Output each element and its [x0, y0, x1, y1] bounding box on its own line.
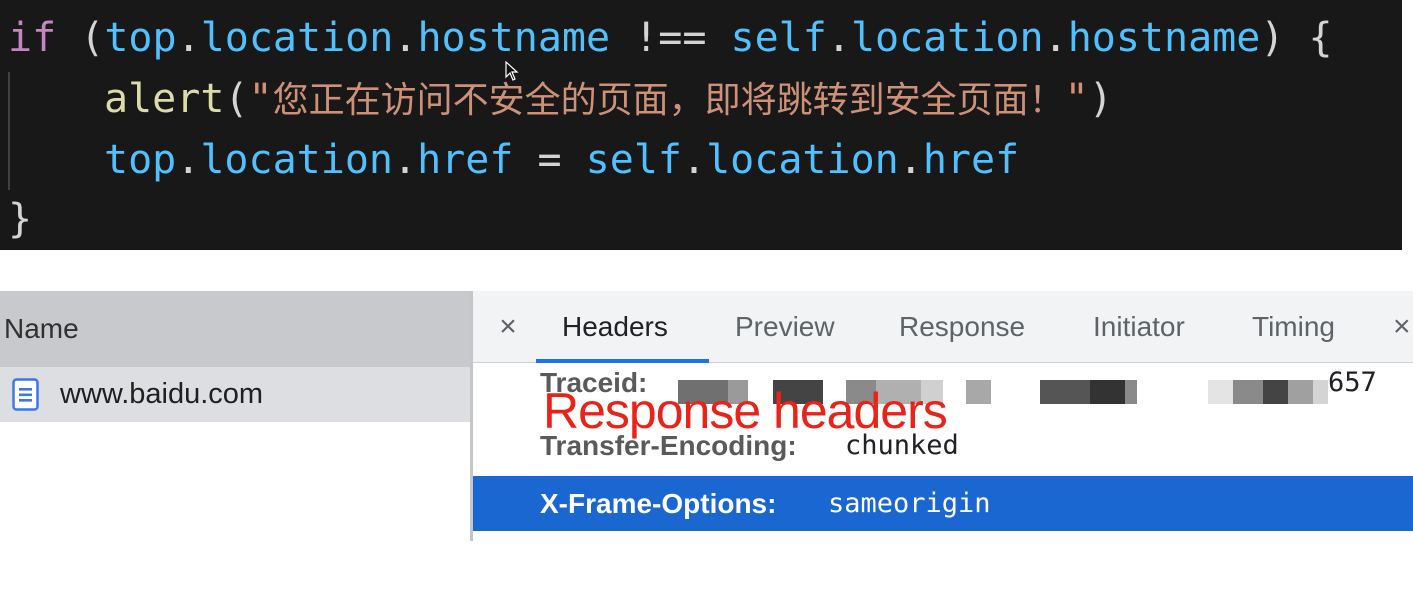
- ident-self: self: [585, 137, 682, 183]
- tab-preview[interactable]: Preview: [735, 291, 835, 363]
- paren-open: (: [56, 15, 105, 61]
- details-tab-bar: × Headers Preview Response Initiator Tim…: [473, 291, 1413, 363]
- tab-timing[interactable]: Timing: [1252, 291, 1335, 363]
- dot: .: [176, 15, 201, 61]
- keyword-if: if: [8, 15, 57, 61]
- ident-hostname: hostname: [417, 15, 611, 61]
- ident-top: top: [104, 137, 177, 183]
- indent-guide: [8, 72, 10, 190]
- ident-href: href: [922, 137, 1020, 183]
- ident-href: href: [417, 137, 514, 183]
- code-line-4: }: [8, 196, 33, 242]
- dot: .: [176, 137, 201, 183]
- dot: .: [682, 137, 707, 183]
- header-row-transfer-encoding[interactable]: Transfer-Encoding: chunked: [473, 418, 1413, 474]
- tab-headers[interactable]: Headers: [562, 291, 668, 363]
- paren-close: ): [1088, 76, 1113, 122]
- ident-location: location: [200, 15, 394, 61]
- request-details: × Headers Preview Response Initiator Tim…: [473, 291, 1413, 541]
- close-details-button[interactable]: ×: [493, 309, 523, 345]
- ident-top: top: [104, 15, 177, 61]
- code-line-3: top.location.href = self.location.href: [104, 132, 1019, 188]
- dot: .: [393, 137, 418, 183]
- tab-response[interactable]: Response: [899, 291, 1025, 363]
- header-value: sameorigin: [828, 488, 991, 519]
- header-value: chunked: [845, 430, 959, 461]
- paren-open: (: [224, 76, 249, 122]
- request-list: Name www.baidu.com: [0, 291, 470, 541]
- ident-location: location: [706, 137, 899, 183]
- screenshot-stage: if (top.location.hostname !== self.locat…: [0, 0, 1413, 589]
- dot: .: [393, 15, 418, 61]
- ident-self: self: [730, 15, 827, 61]
- name-column-header[interactable]: Name: [0, 291, 470, 367]
- paren-close-brace: ) {: [1260, 15, 1333, 61]
- document-icon: [12, 378, 39, 411]
- request-row[interactable]: www.baidu.com: [0, 367, 470, 422]
- operator-assign: =: [513, 137, 586, 183]
- header-key: Transfer-Encoding:: [540, 430, 797, 461]
- code-line-1: if (top.location.hostname !== self.locat…: [8, 10, 1333, 66]
- function-alert: alert: [104, 76, 225, 122]
- code-editor[interactable]: if (top.location.hostname !== self.locat…: [0, 0, 1402, 250]
- tab-initiator[interactable]: Initiator: [1093, 291, 1185, 363]
- ident-hostname: hostname: [1067, 15, 1261, 61]
- operator-strict-not-equal: !==: [610, 15, 731, 61]
- string-alert-message: 您正在访问不安全的页面，即将跳转到安全页面！: [272, 80, 1065, 121]
- dot: .: [1043, 15, 1068, 61]
- string-quote: ": [248, 76, 273, 122]
- dot: .: [826, 15, 851, 61]
- header-key: X-Frame-Options:: [540, 488, 777, 519]
- request-name: www.baidu.com: [60, 378, 264, 410]
- header-row-x-frame-options[interactable]: X-Frame-Options: sameorigin: [473, 476, 1413, 531]
- string-quote: ": [1064, 76, 1089, 122]
- devtools-network-panel: Name www.baidu.com × Headers Preview Res…: [0, 291, 1413, 541]
- header-value-tail: 657: [1328, 367, 1377, 398]
- dot: .: [898, 137, 923, 183]
- code-line-2: alert("您正在访问不安全的页面，即将跳转到安全页面！"): [104, 71, 1113, 127]
- ident-location: location: [850, 15, 1044, 61]
- mouse-cursor-icon: [505, 61, 519, 81]
- ident-location: location: [200, 137, 393, 183]
- tab-overflow-icon[interactable]: ×: [1393, 309, 1411, 345]
